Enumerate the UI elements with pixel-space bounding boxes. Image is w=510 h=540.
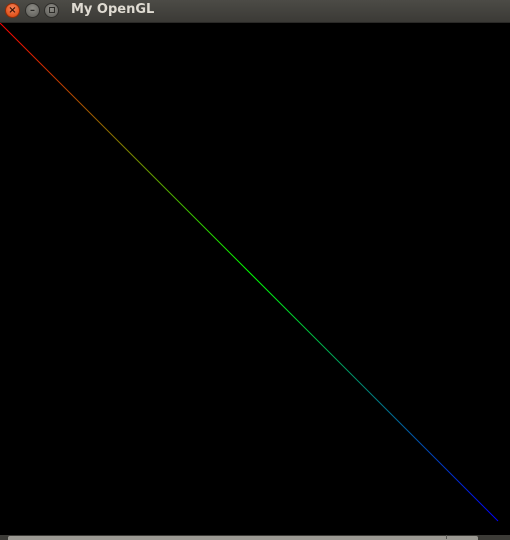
- bottom-bar: [0, 535, 510, 540]
- close-button[interactable]: ×: [5, 3, 20, 18]
- maximize-icon: [48, 7, 55, 13]
- horizontal-scrollbar[interactable]: [8, 536, 478, 540]
- maximize-button[interactable]: [44, 3, 59, 18]
- close-icon: ×: [8, 5, 17, 16]
- minimize-button[interactable]: –: [25, 3, 40, 18]
- opengl-canvas[interactable]: [0, 23, 510, 535]
- app-window: × – My OpenGL: [0, 0, 510, 540]
- minimize-icon: –: [30, 5, 35, 16]
- title-bar[interactable]: × – My OpenGL: [0, 0, 510, 23]
- window-title: My OpenGL: [71, 2, 155, 17]
- scrollbar-separator: [446, 535, 447, 539]
- render-surface: [0, 23, 510, 535]
